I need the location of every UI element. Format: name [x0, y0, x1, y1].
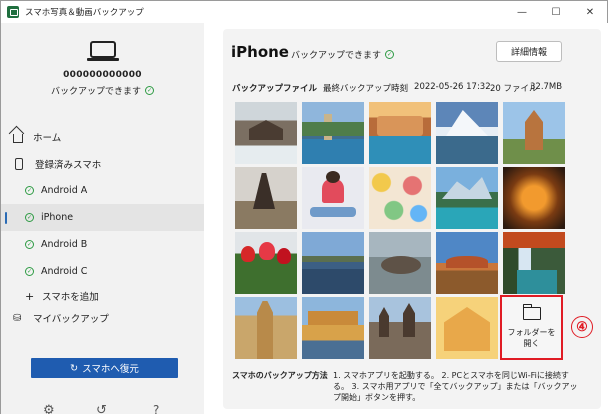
photo-thumbnail[interactable]	[436, 297, 498, 359]
sidebar-item-label: iPhone	[41, 212, 74, 223]
photo-thumbnail[interactable]	[369, 102, 431, 164]
laptop-icon	[86, 41, 119, 61]
photo-thumbnail[interactable]	[503, 102, 565, 164]
sidebar-item-add-phone[interactable]: + スマホを追加	[1, 285, 204, 307]
annotation-number: ④	[571, 316, 593, 338]
close-button[interactable]: ✕	[573, 1, 607, 23]
window-title: スマホ写真＆動画バックアップ	[25, 8, 144, 18]
home-icon	[13, 133, 23, 143]
phone-icon	[15, 157, 23, 170]
restore-button[interactable]: ↻ スマホへ復元	[31, 358, 178, 378]
sidebar-item-iphone[interactable]: ✓ iPhone	[1, 204, 204, 231]
sidebar-item-label: 登録済みスマホ	[35, 159, 102, 171]
restore-icon: ↻	[70, 362, 79, 374]
open-folder-label-line2: 開く	[523, 338, 540, 348]
sidebar-item-label: スマホを追加	[42, 292, 99, 303]
check-icon: ✓	[145, 86, 154, 95]
backup-size: 32.7MB	[530, 82, 563, 92]
sidebar-nav: ホーム 登録済みスマホ ✓ Android A ✓ iPhone ✓ Andro…	[1, 123, 204, 329]
gear-icon[interactable]: ⚙	[43, 403, 55, 414]
sidebar-item-home[interactable]: ホーム	[1, 123, 204, 150]
sidebar: 000000000000 バックアップできます ✓ ホーム 登録済みスマホ ✓ …	[1, 23, 204, 414]
check-icon: ✓	[25, 213, 34, 222]
history-icon[interactable]: ↺	[96, 403, 107, 414]
open-folder-button[interactable]: フォルダーを 開く	[500, 295, 563, 360]
page-status: バックアップできます ✓	[291, 48, 395, 61]
photo-thumbnail[interactable]	[369, 167, 431, 229]
sidebar-item-label: Android A	[41, 185, 88, 196]
device-detail-card: iPhone バックアップできます ✓ 詳細情報 バックアップファイル 最終バッ…	[223, 29, 601, 409]
maximize-button[interactable]: ☐	[539, 1, 573, 23]
open-folder-label-line1: フォルダーを	[507, 327, 556, 337]
sidebar-footer: ⚙ ↺ ?	[1, 403, 204, 414]
plus-icon: +	[25, 289, 35, 303]
minimize-button[interactable]: —	[505, 1, 539, 23]
photo-thumbnail[interactable]	[503, 232, 565, 294]
last-backup-label: 最終バックアップ時刻	[323, 84, 409, 94]
sidebar-item-label: Android C	[41, 266, 88, 277]
details-button[interactable]: 詳細情報	[496, 41, 562, 62]
sidebar-item-android-c[interactable]: ✓ Android C	[1, 258, 204, 285]
photo-thumbnail[interactable]	[302, 102, 364, 164]
photo-thumbnail[interactable]	[503, 167, 565, 229]
app-icon	[7, 6, 19, 18]
page-status-text: バックアップできます	[291, 51, 382, 61]
device-id: 000000000000	[63, 70, 142, 80]
check-icon: ✓	[385, 50, 395, 59]
backup-icon: ⛁	[13, 312, 22, 324]
backup-file-label: バックアップファイル	[232, 84, 318, 94]
page-title: iPhone	[231, 43, 289, 61]
check-icon: ✓	[25, 240, 34, 249]
help-icon[interactable]: ?	[153, 403, 159, 414]
device-status: バックアップできます ✓	[1, 84, 204, 97]
check-icon: ✓	[25, 186, 34, 195]
window-controls: — ☐ ✕	[505, 1, 607, 23]
main-panel: iPhone バックアップできます ✓ 詳細情報 バックアップファイル 最終バッ…	[204, 23, 608, 414]
sidebar-item-android-a[interactable]: ✓ Android A	[1, 177, 204, 204]
photo-thumbnail[interactable]	[235, 167, 297, 229]
backup-info: バックアップファイル 最終バックアップ時刻 2022-05-26 17:32 2…	[232, 82, 562, 94]
app-window: スマホ写真＆動画バックアップ — ☐ ✕ 000000000000 バックアップ…	[0, 0, 608, 414]
photo-thumbnail[interactable]	[235, 102, 297, 164]
photo-thumbnail[interactable]	[369, 232, 431, 294]
sidebar-item-label: Android B	[41, 239, 88, 250]
photo-thumbnail[interactable]	[369, 297, 431, 359]
photo-thumbnail[interactable]	[436, 102, 498, 164]
sidebar-item-registered[interactable]: 登録済みスマホ	[1, 150, 204, 177]
restore-button-label: スマホへ復元	[82, 364, 139, 375]
sidebar-item-label: マイバックアップ	[33, 314, 109, 325]
photo-thumbnail[interactable]	[436, 232, 498, 294]
photo-thumbnail[interactable]	[302, 297, 364, 359]
device-status-text: バックアップできます	[50, 87, 141, 97]
photo-thumbnail[interactable]	[235, 297, 297, 359]
photo-thumbnail[interactable]	[302, 167, 364, 229]
last-backup-time: 2022-05-26 17:32	[414, 82, 491, 92]
check-icon: ✓	[25, 267, 34, 276]
howto-text: 1. スマホアプリを起動する。 2. PCとスマホを同じWi-Fiに接続する。 …	[333, 371, 578, 402]
folder-icon	[522, 303, 541, 320]
title-bar: スマホ写真＆動画バックアップ — ☐ ✕	[1, 1, 607, 23]
photo-thumbnail[interactable]	[235, 232, 297, 294]
sidebar-item-android-b[interactable]: ✓ Android B	[1, 231, 204, 258]
photo-thumbnail[interactable]	[302, 232, 364, 294]
device-summary: 000000000000 バックアップできます ✓	[1, 41, 204, 97]
photo-thumbnail[interactable]	[436, 167, 498, 229]
sidebar-item-label: ホーム	[33, 132, 62, 144]
howto-title: スマホのバックアップ方法	[232, 371, 328, 380]
sidebar-item-my-backup[interactable]: ⛁ マイバックアップ	[1, 307, 204, 329]
